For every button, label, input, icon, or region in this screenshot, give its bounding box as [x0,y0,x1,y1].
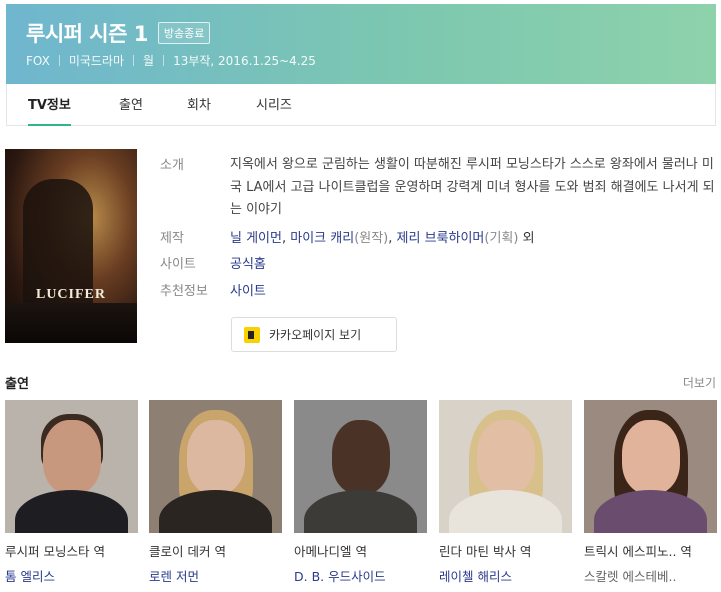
cast-actor-link[interactable]: D. B. 우드사이드 [294,566,427,585]
episodes-dates-text: 13부작, 2016.1.25~4.25 [173,54,316,68]
tab-cast[interactable]: 출연 [119,94,143,124]
tab-tv-info[interactable]: TV정보 [28,94,71,126]
cast-card[interactable]: 아메나디엘 역 D. B. 우드사이드 [294,400,427,585]
actor-photo[interactable] [439,400,572,533]
site-label: 사이트 [160,257,196,272]
cast-section-title: 출연 [5,377,29,392]
actor-photo[interactable] [5,400,138,533]
production-suffix: 외 [522,231,535,246]
cast-actor-link[interactable]: 레이첼 해리스 [439,566,572,585]
recommend-site-link[interactable]: 사이트 [230,280,266,299]
cast-role: 클로이 데커 역 [149,544,226,559]
production-role: (원작) [354,231,389,246]
poster-image[interactable]: LUCIFER [5,149,137,343]
poster-title: LUCIFER [35,287,106,302]
cast-actor-link[interactable]: 톰 엘리스 [5,566,138,585]
production-person-link[interactable]: 제리 브룩하이머 [397,231,485,246]
cast-role: 아메나디엘 역 [294,544,367,559]
poster-piano [5,303,137,343]
production-role: (기획) [484,231,519,246]
divider [58,55,60,66]
tab-bar: TV정보 출연 회차 시리즈 [6,84,716,126]
recommend-label: 추천정보 [160,284,208,299]
production-label: 제작 [160,231,184,246]
intro-text: 지옥에서 왕으로 군림하는 생활이 따분해진 루시퍼 모닝스타가 스스로 왕좌에… [230,157,715,217]
cast-actor-link[interactable]: 로렌 저먼 [149,566,282,585]
program-header: 루시퍼 시즌 1 방송종료 FOX 미국드라마 월 13부작, 2016.1.2… [6,4,716,84]
program-meta: FOX 미국드라마 월 13부작, 2016.1.25~4.25 [26,52,316,69]
cast-card[interactable]: 트릭시 에스피노.. 역 스칼렛 에스테베.. [584,400,717,585]
official-site-link[interactable]: 공식홈 [230,253,266,272]
cast-role: 루시퍼 모닝스타 역 [5,544,105,559]
cast-card[interactable]: 클로이 데커 역 로렌 저먼 [149,400,282,585]
production-person-link[interactable]: 마이크 캐리 [290,231,354,246]
kakao-page-icon [244,326,260,343]
divider [163,55,165,66]
intro-label: 소개 [160,158,184,173]
air-day-text: 월 [143,54,155,68]
genre-text: 미국드라마 [68,54,125,68]
more-link[interactable]: 더보기 [683,374,716,391]
cast-role: 린다 마틴 박사 역 [439,544,532,559]
tab-series[interactable]: 시리즈 [256,94,292,124]
production-value: 닐 게이먼, 마이크 캐리(원작), 제리 브룩하이머(기획) 외 [230,231,535,246]
cast-actor-link[interactable]: 스칼렛 에스테베.. [584,566,717,585]
cast-card[interactable]: 루시퍼 모닝스타 역 톰 엘리스 [5,400,138,585]
kakao-page-button[interactable]: 카카오페이지 보기 [231,317,397,352]
status-badge: 방송종료 [157,22,211,44]
cast-card[interactable]: 린다 마틴 박사 역 레이첼 해리스 [439,400,572,585]
channel-link[interactable]: FOX [26,54,50,68]
tab-episodes[interactable]: 회차 [187,94,211,124]
actor-photo[interactable] [294,400,427,533]
program-title[interactable]: 루시퍼 시즌 1 [26,18,148,48]
actor-photo[interactable] [149,400,282,533]
actor-photo[interactable] [584,400,717,533]
production-person-link[interactable]: 닐 게이먼 [230,231,282,246]
kakao-page-label: 카카오페이지 보기 [269,328,362,342]
divider [133,55,135,66]
cast-role: 트릭시 에스피노.. 역 [584,544,692,559]
